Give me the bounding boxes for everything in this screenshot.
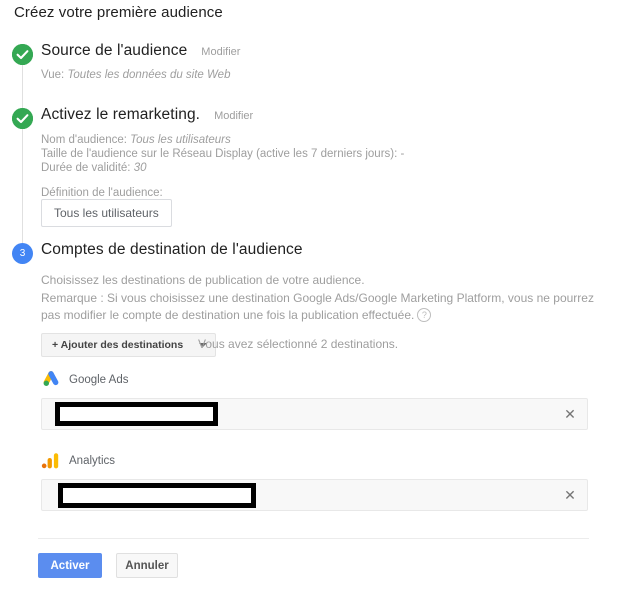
audience-definition-chip[interactable]: Tous les utilisateurs (41, 199, 172, 227)
destination-label-text: Analytics (69, 455, 116, 467)
step-title: Comptes de destination de l'audience (41, 241, 303, 258)
audience-duration-value: 30 (133, 162, 147, 174)
add-destinations-button[interactable]: + Ajouter des destinations (41, 333, 217, 357)
redacted-account-value-google-ads (55, 402, 218, 426)
destination-row-analytics[interactable]: ✕ (41, 479, 588, 511)
check-icon (12, 44, 33, 65)
audience-size-row: Taille de l'audience sur le Réseau Displ… (41, 147, 404, 161)
page-title: Créez votre première audience (14, 4, 223, 21)
help-circle-icon[interactable]: ? (417, 308, 432, 322)
audience-duration-label: Durée de validité: (41, 162, 131, 174)
close-icon[interactable]: ✕ (563, 488, 577, 502)
edit-link-remarketing[interactable]: Modifier (214, 110, 253, 122)
audience-name-value: Tous les utilisateurs (130, 134, 231, 146)
destinations-description-line-2: Remarque : Si vous choisissez une destin… (41, 290, 601, 324)
add-destinations-label: + Ajouter des destinations (52, 339, 184, 351)
audience-source-view-label: Vue: (41, 69, 65, 81)
audience-source-view-value: Toutes les données du site Web (67, 69, 231, 81)
redacted-account-value-analytics (58, 483, 256, 508)
step-connector-line (22, 58, 23, 254)
audience-size-label: Taille de l'audience sur le Réseau Displ… (41, 148, 398, 160)
check-icon (12, 108, 33, 129)
activate-button[interactable]: Activer (38, 553, 102, 578)
destination-label-text: Google Ads (69, 374, 129, 386)
destinations-selection-status: Vous avez sélectionné 2 destinations. (198, 337, 399, 351)
step-number-badge: 3 (12, 243, 33, 264)
step-title: Source de l'audience (41, 42, 188, 59)
close-icon[interactable]: ✕ (563, 407, 577, 421)
audience-size-value: - (400, 148, 405, 160)
google-analytics-logo (41, 452, 61, 470)
cancel-button[interactable]: Annuler (116, 553, 178, 578)
audience-source-view: Vue: Toutes les données du site Web (41, 68, 230, 82)
destination-label-analytics: Analytics (41, 452, 115, 470)
destination-row-google-ads[interactable]: ✕ (41, 398, 588, 430)
audience-name-row: Nom d'audience: Tous les utilisateurs (41, 133, 231, 147)
google-ads-logo (41, 371, 61, 389)
destination-label-google-ads: Google Ads (41, 371, 128, 389)
destinations-description-line-1: Choisissez les destinations de publicati… (41, 273, 365, 287)
edit-link-audience-source[interactable]: Modifier (201, 46, 240, 58)
step-title: Activez le remarketing. (41, 106, 201, 123)
destinations-note-text: Remarque : Si vous choisissez une destin… (41, 291, 594, 322)
footer-divider (38, 538, 589, 539)
audience-name-label: Nom d'audience: (41, 134, 127, 146)
audience-definition-label: Définition de l'audience: (41, 187, 163, 199)
audience-duration-row: Durée de validité: 30 (41, 161, 147, 175)
